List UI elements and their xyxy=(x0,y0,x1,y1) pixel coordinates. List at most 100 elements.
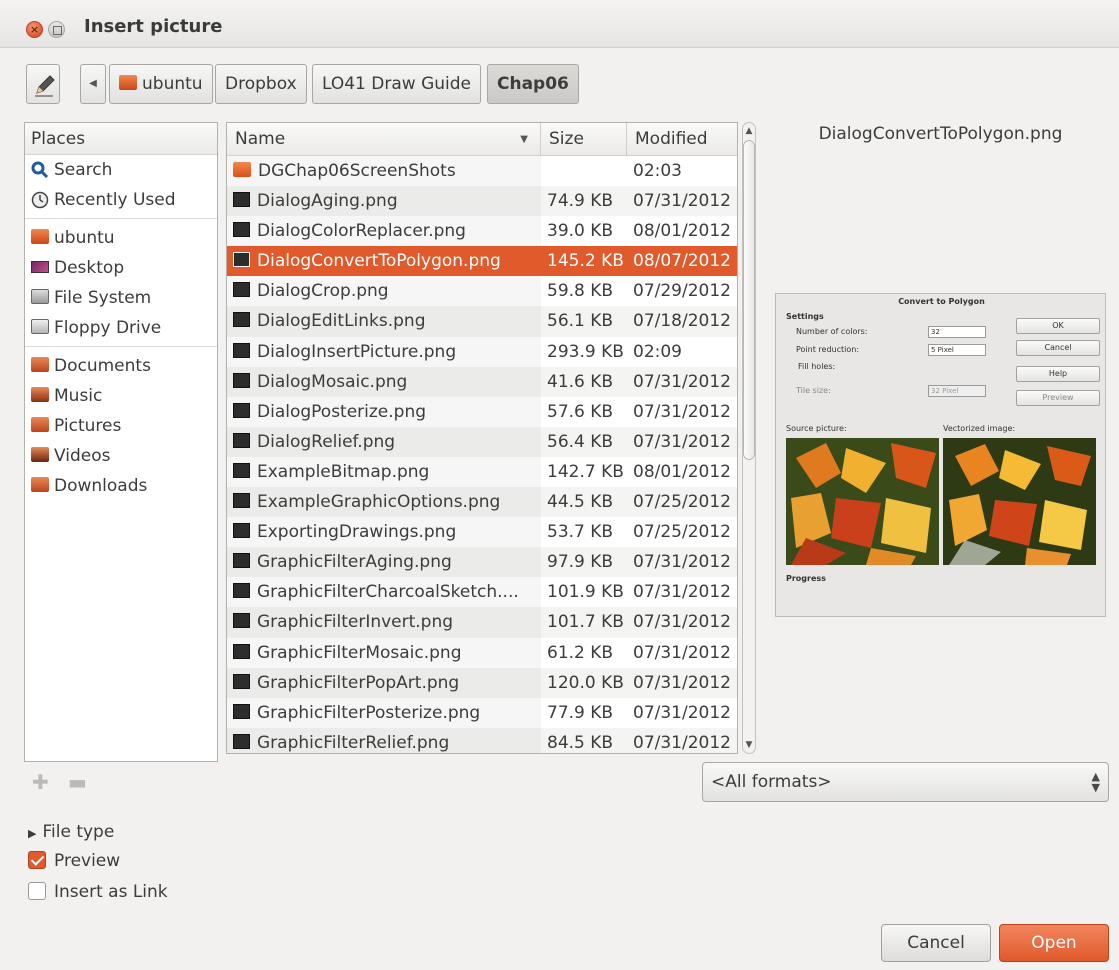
sidebar-item-videos[interactable]: Videos xyxy=(25,441,217,471)
file-row[interactable]: GraphicFilterMosaic.png 61.2 KB 07/31/2012 xyxy=(227,638,737,668)
file-size-cell: 77.9 KB xyxy=(547,702,614,723)
image-file-icon xyxy=(233,282,250,298)
file-name-cell: GraphicFilterRelief.png xyxy=(227,728,541,753)
scrollbar-thumb[interactable] xyxy=(743,140,755,460)
home-folder-icon xyxy=(31,229,49,244)
sidebar-item-search[interactable]: Search xyxy=(25,155,217,185)
music-icon xyxy=(31,387,49,402)
column-header-size[interactable]: Size xyxy=(541,123,627,155)
maximize-window-button[interactable] xyxy=(48,21,65,38)
scroll-down-icon[interactable]: ▼ xyxy=(743,738,755,752)
preview-filename: DialogConvertToPolygon.png xyxy=(818,124,1063,144)
file-row[interactable]: ExportingDrawings.png 53.7 KB 07/25/2012 xyxy=(227,517,737,547)
title-bar: × Insert picture xyxy=(0,0,1119,48)
sidebar-item-ubuntu[interactable]: ubuntu xyxy=(25,223,217,253)
open-button[interactable]: Open xyxy=(999,924,1109,962)
column-header-modified[interactable]: Modified xyxy=(627,123,737,155)
videos-icon xyxy=(31,447,49,462)
thumb-tile-size-label: Tile size: xyxy=(796,386,831,395)
desktop-icon xyxy=(31,260,49,273)
close-window-button[interactable]: × xyxy=(26,21,43,38)
image-file-icon xyxy=(233,372,250,388)
add-bookmark-button[interactable]: ✚ xyxy=(32,770,49,794)
thumb-dialog-title: Convert to Polygon xyxy=(898,297,985,306)
home-folder-icon xyxy=(119,75,137,90)
file-list: Name ▼ Size Modified DGChap06ScreenShots 0… xyxy=(226,122,738,754)
file-format-select[interactable]: <All formats> ▲ ▼ xyxy=(702,762,1109,802)
checkbox-unchecked-icon[interactable] xyxy=(28,881,46,900)
image-file-icon xyxy=(233,462,250,478)
file-modified-cell: 08/01/2012 xyxy=(633,221,731,242)
pictures-icon xyxy=(31,417,49,432)
sidebar-item-recently-used[interactable]: Recently Used xyxy=(25,185,217,215)
file-row[interactable]: DialogMosaic.png 41.6 KB 07/31/2012 xyxy=(227,366,737,397)
file-modified-cell: 07/31/2012 xyxy=(633,552,731,573)
file-row[interactable]: GraphicFilterAging.png 97.9 KB 07/31/2012 xyxy=(227,547,737,578)
column-header-name[interactable]: Name ▼ xyxy=(227,123,541,155)
thumb-preview-button: Preview xyxy=(1016,390,1100,406)
thumb-fill-holes-label: Fill holes: xyxy=(798,362,836,371)
thumb-vectorized-image xyxy=(943,438,1096,565)
file-size-cell xyxy=(541,156,627,186)
preview-thumbnail: Convert to Polygon Settings Number of co… xyxy=(775,293,1106,617)
edit-path-button[interactable] xyxy=(26,64,60,104)
sidebar-item-file-system[interactable]: File System xyxy=(25,283,217,313)
select-arrows-icon: ▲ ▼ xyxy=(1091,770,1100,794)
file-row[interactable]: DialogConvertToPolygon.png 145.2 KB 08/07/… xyxy=(227,246,737,277)
file-list-header: Name ▼ Size Modified xyxy=(227,123,737,156)
file-name-cell: GraphicFilterAging.png xyxy=(227,547,541,577)
file-row[interactable]: DialogRelief.png 56.4 KB 07/31/2012 xyxy=(227,426,737,457)
file-modified-cell: 07/29/2012 xyxy=(633,281,731,302)
sidebar-item-music[interactable]: Music xyxy=(25,381,217,411)
image-file-icon xyxy=(233,192,250,208)
file-row[interactable]: DialogPosterize.png 57.6 KB 07/31/2012 xyxy=(227,397,737,427)
sidebar-item-pictures[interactable]: Pictures xyxy=(25,411,217,441)
file-row[interactable]: GraphicFilterPopArt.png 120.0 KB 07/31/201… xyxy=(227,667,737,698)
checkbox-checked-icon[interactable] xyxy=(28,850,46,869)
remove-bookmark-button[interactable]: ▬ xyxy=(68,770,87,794)
sidebar-item-documents[interactable]: Documents xyxy=(25,351,217,381)
path-back-button[interactable]: ◀ xyxy=(80,64,106,104)
path-crumb-chap06[interactable]: Chap06 xyxy=(487,64,579,104)
file-row[interactable]: DialogCrop.png 59.8 KB 07/29/2012 xyxy=(227,276,737,306)
path-crumb-lo41-draw-guide[interactable]: LO41 Draw Guide xyxy=(312,64,482,104)
file-row[interactable]: DialogInsertPicture.png 293.9 KB 02:09 xyxy=(227,337,737,367)
file-size-cell: 57.6 KB xyxy=(547,401,614,422)
file-row[interactable]: GraphicFilterInvert.png 101.7 KB 07/31/201… xyxy=(227,607,737,638)
file-name-cell: DialogConvertToPolygon.png xyxy=(227,246,541,276)
file-row[interactable]: GraphicFilterRelief.png 84.5 KB 07/31/2012 xyxy=(227,727,737,753)
file-type-expander[interactable]: ▶ File type xyxy=(28,822,114,842)
sidebar-item-desktop[interactable]: Desktop xyxy=(25,253,217,283)
insert-as-link-checkbox[interactable]: Insert as Link xyxy=(28,881,168,902)
file-list-scrollbar[interactable]: ▲ ▼ xyxy=(740,122,757,754)
file-row[interactable]: GraphicFilterCharcoalSketch.... 101.9 KB 0… xyxy=(227,577,737,607)
preview-checkbox[interactable]: Preview xyxy=(28,850,120,871)
file-modified-cell: 07/31/2012 xyxy=(633,732,731,753)
file-row[interactable]: DialogColorReplacer.png 39.0 KB 08/01/2012 xyxy=(227,216,737,246)
file-size-cell: 56.4 KB xyxy=(547,431,614,452)
file-name-cell: DialogMosaic.png xyxy=(227,367,541,397)
file-row[interactable]: ExampleGraphicOptions.png 44.5 KB 07/25/20… xyxy=(227,487,737,518)
file-name-cell: DGChap06ScreenShots xyxy=(227,156,541,186)
path-crumb-ubuntu[interactable]: ubuntu xyxy=(109,64,213,104)
file-row[interactable]: DialogAging.png 74.9 KB 07/31/2012 xyxy=(227,186,737,217)
sidebar-item-floppy-drive[interactable]: Floppy Drive xyxy=(25,313,217,343)
file-modified-cell: 07/31/2012 xyxy=(633,612,731,633)
file-size-cell: 59.8 KB xyxy=(547,281,614,302)
file-row[interactable]: ExampleBitmap.png 142.7 KB 08/01/2012 xyxy=(227,457,737,487)
file-modified-cell: 02:03 xyxy=(633,161,682,181)
file-modified-cell: 07/25/2012 xyxy=(633,492,731,513)
file-modified-cell: 07/31/2012 xyxy=(633,371,731,392)
file-name-cell: ExportingDrawings.png xyxy=(227,517,541,547)
file-modified-cell: 07/31/2012 xyxy=(633,582,731,603)
file-row[interactable]: DGChap06ScreenShots 02:03 xyxy=(227,156,737,186)
cancel-button[interactable]: Cancel xyxy=(881,924,991,962)
scroll-up-icon[interactable]: ▲ xyxy=(743,124,755,138)
file-row[interactable]: GraphicFilterPosterize.png 77.9 KB 07/31/2… xyxy=(227,698,737,728)
search-icon xyxy=(31,161,49,179)
sidebar-item-downloads[interactable]: Downloads xyxy=(25,471,217,501)
image-file-icon xyxy=(233,703,250,719)
path-crumb-dropbox[interactable]: Dropbox xyxy=(215,64,307,104)
file-row[interactable]: DialogEditLinks.png 56.1 KB 07/18/2012 xyxy=(227,306,737,337)
places-separator xyxy=(25,218,217,219)
